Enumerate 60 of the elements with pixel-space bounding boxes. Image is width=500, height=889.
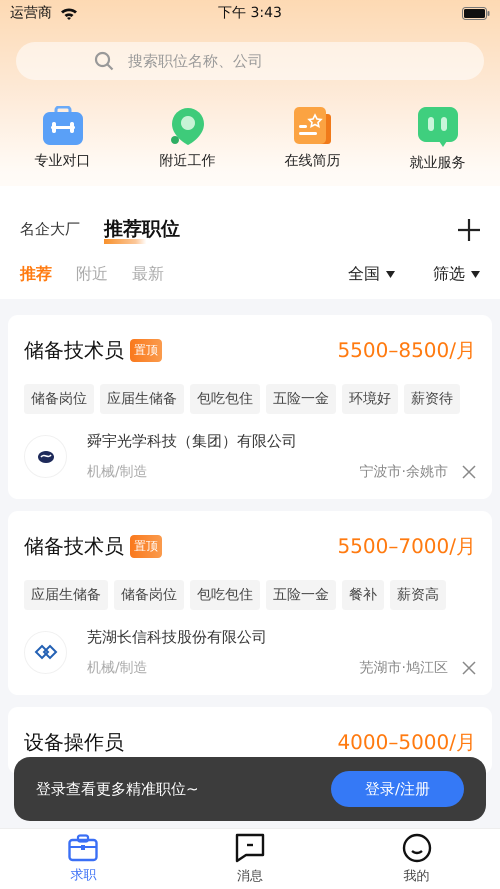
shortcut-label[interactable]: 专业对口 (34, 152, 90, 170)
close-button[interactable] (462, 465, 476, 479)
section-tab[interactable]: 推荐职位 (104, 216, 180, 244)
carrier-name: 运营商 (10, 4, 52, 22)
caret-icon (471, 271, 480, 278)
status-time: 下午 3:43 (218, 4, 282, 22)
job-tag: 储备岗位 (24, 384, 94, 414)
briefcase-icon (68, 834, 98, 862)
dropdown-label[interactable]: 筛选 (433, 264, 465, 285)
job-tag: 薪资高 (390, 580, 446, 610)
job-title: 储备技术员 (24, 337, 124, 364)
job-tag: 包吃包住 (190, 580, 260, 610)
shortcut-label[interactable]: 就业服务 (410, 154, 466, 172)
shortcut-label[interactable]: 在线简历 (284, 152, 340, 170)
smiley-icon (402, 833, 432, 863)
pinned-badge: 置顶 (130, 535, 162, 558)
industry-label: 机械/制造 (87, 463, 148, 481)
location-label: 宁波市·余姚市 (360, 463, 448, 481)
job-tag: 五险一金 (266, 384, 336, 414)
search-field[interactable]: 搜索职位名称、公司 (16, 42, 484, 80)
salary: 4000–5000/月 (337, 729, 476, 756)
dropdown-label[interactable]: 全国 (348, 264, 380, 285)
shortcut-label[interactable]: 附近工作 (160, 152, 216, 170)
toolbox-icon (42, 106, 84, 146)
job-tag: 五险一金 (266, 580, 336, 610)
nav-tab[interactable]: 消息 (166, 829, 334, 889)
location-pin-icon (170, 106, 206, 146)
job-title: 储备技术员 (24, 533, 124, 560)
industry-label: 机械/制造 (87, 659, 148, 677)
job-tag: 应届生储备 (24, 580, 108, 610)
company-name: 芜湖长信科技股份有限公司 (87, 628, 268, 647)
company-logo-icon (34, 644, 58, 662)
resume-icon (292, 106, 332, 146)
job-tag: 薪资待 (404, 384, 460, 414)
job-tag: 餐补 (342, 580, 384, 610)
salary: 5500–7000/月 (337, 533, 476, 560)
job-tag: 储备岗位 (114, 580, 184, 610)
section-tab[interactable]: 名企大厂 (20, 220, 80, 240)
company-name: 舜宇光学科技（集团）有限公司 (87, 432, 298, 451)
battery-icon (462, 6, 490, 20)
caret-icon (386, 271, 395, 278)
search-icon (94, 51, 114, 71)
close-button[interactable] (462, 661, 476, 675)
toast-message: 登录查看更多精准职位~ (36, 780, 199, 798)
job-card[interactable]: 储备技术员 置顶 5500–7000/月 应届生储备 储备岗位 包吃包住 五险一金 餐补 薪资高 芜湖长信科技股份有限公司 机械/制造 芜湖市·鸠江区 (8, 511, 492, 695)
login-button[interactable]: 登录/注册 (331, 771, 464, 807)
job-tag: 包吃包住 (190, 384, 260, 414)
job-card[interactable]: 储备技术员 置顶 5500–8500/月 储备岗位 应届生储备 包吃包住 五险一金 环境好 薪资待 舜宇光学科技（集团）有限公司 机械/制造 宁波市·余姚市 (8, 315, 492, 499)
job-tag: 应届生储备 (100, 384, 184, 414)
job-title: 设备操作员 (24, 729, 124, 756)
chat-bubble-icon (416, 106, 458, 148)
nav-tab[interactable]: 我的 (333, 829, 500, 889)
location-label: 芜湖市·鸠江区 (360, 659, 448, 677)
wifi-icon (60, 6, 78, 20)
job-tag: 环境好 (342, 384, 398, 414)
nav-tab[interactable]: 求职 (0, 829, 167, 889)
salary: 5500–8500/月 (337, 337, 476, 364)
add-icon[interactable] (458, 219, 480, 241)
pinned-badge: 置顶 (130, 339, 162, 362)
message-icon (234, 833, 265, 863)
